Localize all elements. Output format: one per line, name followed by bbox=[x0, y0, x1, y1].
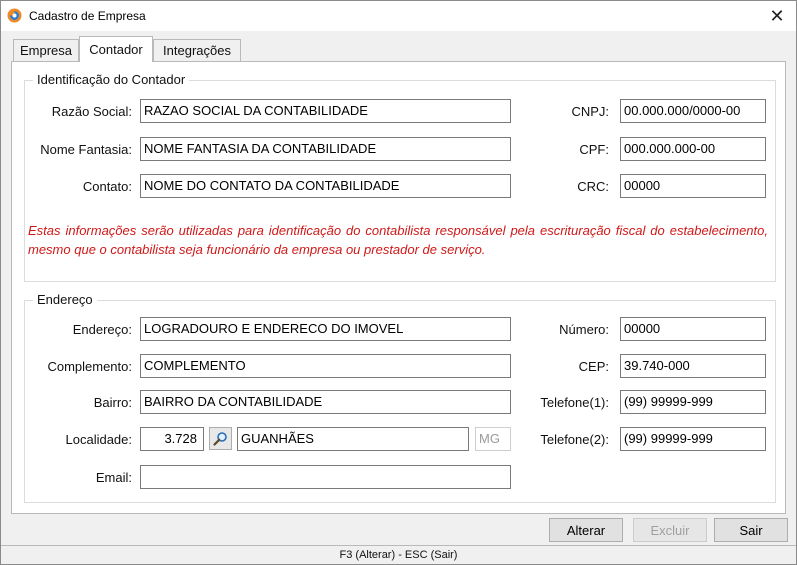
endereco-field[interactable]: LOGRADOURO E ENDERECO DO IMOVEL bbox=[140, 317, 511, 341]
contato-label: Contato: bbox=[82, 179, 132, 194]
complemento-label: Complemento: bbox=[47, 359, 132, 374]
sair-button[interactable]: Sair bbox=[714, 518, 788, 542]
localidade-search-button[interactable] bbox=[209, 427, 232, 450]
nome-fantasia-field[interactable]: NOME FANTASIA DA CONTABILIDADE bbox=[140, 137, 511, 161]
tab-contador[interactable]: Contador bbox=[79, 36, 153, 62]
title-bar: Cadastro de Empresa ✕ bbox=[1, 1, 796, 31]
tab-panel-contador: Identificação do Contador Razão Social: … bbox=[11, 61, 786, 514]
cadastro-empresa-window: Cadastro de Empresa ✕ Empresa Contador I… bbox=[0, 0, 797, 565]
magnifier-icon bbox=[213, 432, 227, 446]
localidade-city-field[interactable]: GUANHÃES bbox=[237, 427, 469, 451]
email-field[interactable] bbox=[140, 465, 511, 489]
excluir-button[interactable]: Excluir bbox=[633, 518, 707, 542]
window-title: Cadastro de Empresa bbox=[29, 9, 146, 23]
contabilista-info-note: Estas informações serão utilizadas para … bbox=[28, 223, 768, 257]
group-identificacao-legend: Identificação do Contador bbox=[33, 72, 190, 87]
tab-empresa[interactable]: Empresa bbox=[13, 39, 79, 61]
close-icon[interactable]: ✕ bbox=[766, 5, 788, 27]
group-endereco-legend: Endereço bbox=[33, 292, 97, 307]
bairro-label: Bairro: bbox=[93, 395, 132, 410]
crc-label: CRC: bbox=[577, 179, 609, 194]
cpf-label: CPF: bbox=[579, 142, 609, 157]
cnpj-label: CNPJ: bbox=[571, 104, 609, 119]
telefone2-label: Telefone(2): bbox=[540, 432, 609, 447]
numero-label: Número: bbox=[559, 322, 609, 337]
nome-fantasia-label: Nome Fantasia: bbox=[40, 142, 132, 157]
localidade-label: Localidade: bbox=[65, 432, 133, 447]
tab-integracoes[interactable]: Integrações bbox=[153, 39, 241, 61]
status-bar: F3 (Alterar) - ESC (Sair) bbox=[1, 545, 796, 564]
telefone1-field[interactable]: (99) 99999-999 bbox=[620, 390, 766, 414]
app-logo-icon bbox=[7, 8, 22, 23]
cep-label: CEP: bbox=[578, 359, 609, 374]
status-shortcuts-text: F3 (Alterar) - ESC (Sair) bbox=[339, 549, 458, 561]
razao-social-label: Razão Social: bbox=[51, 104, 132, 119]
telefone2-field[interactable]: (99) 99999-999 bbox=[620, 427, 766, 451]
crc-field[interactable]: 00000 bbox=[620, 174, 766, 198]
numero-field[interactable]: 00000 bbox=[620, 317, 766, 341]
email-label: Email: bbox=[95, 470, 132, 485]
cep-field[interactable]: 39.740-000 bbox=[620, 354, 766, 378]
bairro-field[interactable]: BAIRRO DA CONTABILIDADE bbox=[140, 390, 511, 414]
cpf-field[interactable]: 000.000.000-00 bbox=[620, 137, 766, 161]
complemento-field[interactable]: COMPLEMENTO bbox=[140, 354, 511, 378]
razao-social-field[interactable]: RAZAO SOCIAL DA CONTABILIDADE bbox=[140, 99, 511, 123]
endereco-label: Endereço: bbox=[72, 322, 132, 337]
telefone1-label: Telefone(1): bbox=[540, 395, 609, 410]
contato-field[interactable]: NOME DO CONTATO DA CONTABILIDADE bbox=[140, 174, 511, 198]
alterar-button[interactable]: Alterar bbox=[549, 518, 623, 542]
cnpj-field[interactable]: 00.000.000/0000-00 bbox=[620, 99, 766, 123]
localidade-code-field[interactable]: 3.728 bbox=[140, 427, 204, 451]
localidade-uf-field: MG bbox=[475, 427, 511, 451]
